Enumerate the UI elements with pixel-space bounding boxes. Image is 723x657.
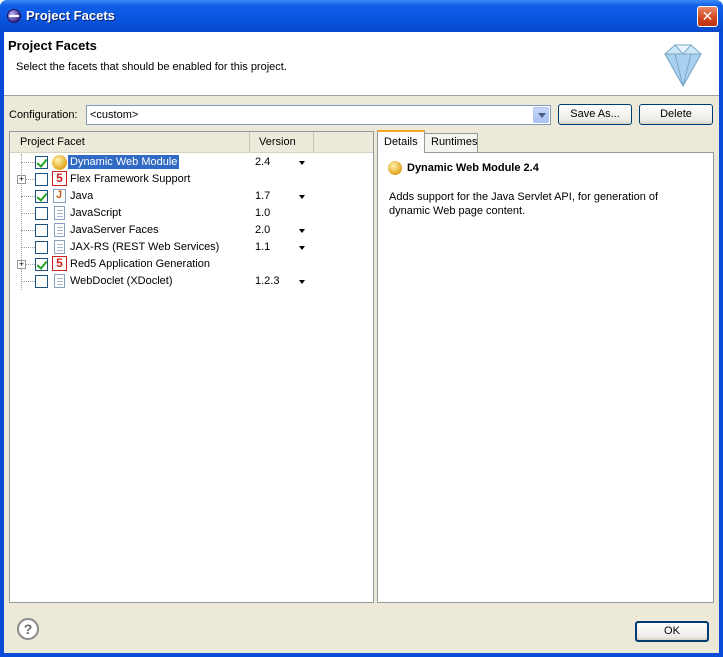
facet-version[interactable]: 1.2.3	[255, 275, 279, 287]
expand-icon[interactable]: +	[17, 175, 26, 184]
configuration-value: <custom>	[90, 109, 139, 121]
table-row[interactable]: Java 1.7	[10, 188, 373, 205]
facet-checkbox[interactable]	[35, 173, 48, 186]
facet-name: JavaScript	[70, 207, 122, 219]
facet-name: Dynamic Web Module	[68, 155, 180, 169]
title-bar[interactable]: Project Facets ✕	[0, 0, 723, 32]
web-module-icon	[52, 155, 67, 170]
facet-version[interactable]: 1.1	[255, 241, 270, 253]
table-row[interactable]: WebDoclet (XDoclet) 1.2.3	[10, 273, 373, 290]
facet-checkbox[interactable]	[35, 241, 48, 254]
five-badge-icon: 5	[52, 256, 67, 271]
configuration-combo[interactable]: <custom>	[86, 105, 551, 125]
dialog-header: Project Facets Select the facets that sh…	[4, 32, 719, 96]
five-badge-icon: 5	[52, 171, 67, 186]
facet-version: 1.0	[255, 207, 271, 219]
version-dropdown-icon[interactable]	[299, 246, 305, 250]
table-row[interactable]: +5 Red5 Application Generation	[10, 256, 373, 273]
facet-version[interactable]: 2.0	[255, 224, 270, 236]
dialog-window: Project Facets ✕ Project Facets Select t…	[0, 0, 723, 657]
tree-connector	[21, 230, 35, 231]
document-icon	[54, 274, 65, 288]
tree-connector	[21, 162, 35, 163]
page-title: Project Facets	[8, 38, 97, 53]
details-panel: Details Runtimes Dynamic Web Module 2.4 …	[377, 130, 714, 603]
tree-connector	[21, 247, 35, 248]
details-content: Dynamic Web Module 2.4 Adds support for …	[377, 152, 714, 603]
facet-checkbox[interactable]	[35, 275, 48, 288]
details-title: Dynamic Web Module 2.4	[407, 162, 539, 174]
eclipse-icon	[7, 9, 21, 23]
facet-checkbox[interactable]	[35, 224, 48, 237]
version-dropdown-icon[interactable]	[299, 195, 305, 199]
facet-name: JavaServer Faces	[70, 224, 159, 236]
help-icon[interactable]: ?	[17, 618, 39, 640]
facet-name: WebDoclet (XDoclet)	[70, 275, 173, 287]
chevron-down-icon[interactable]	[533, 107, 549, 123]
tab-details[interactable]: Details	[377, 130, 425, 153]
facet-checkbox[interactable]	[35, 190, 48, 203]
tree-connector	[21, 196, 35, 197]
expand-icon[interactable]: +	[17, 260, 26, 269]
document-icon	[54, 240, 65, 254]
window-title: Project Facets	[26, 8, 115, 23]
facets-table: Project Facet Version Dynamic Web Module…	[9, 131, 374, 603]
facet-name: Flex Framework Support	[70, 173, 191, 185]
version-dropdown-icon[interactable]	[299, 280, 305, 284]
facet-checkbox[interactable]	[35, 156, 48, 169]
save-as-button[interactable]: Save As...	[558, 104, 632, 125]
tree-connector	[21, 213, 35, 214]
table-row[interactable]: JavaServer Faces 2.0	[10, 222, 373, 239]
page-description: Select the facets that should be enabled…	[16, 61, 287, 73]
table-header: Project Facet Version	[10, 132, 373, 153]
table-row[interactable]: JAX-RS (REST Web Services) 1.1	[10, 239, 373, 256]
facet-checkbox[interactable]	[35, 207, 48, 220]
facet-version[interactable]: 1.7	[255, 190, 270, 202]
java-icon	[53, 189, 66, 203]
facets-gem-icon	[664, 44, 702, 88]
details-description: Adds support for the Java Servlet API, f…	[389, 191, 659, 217]
column-header-facet[interactable]: Project Facet	[10, 132, 250, 152]
document-icon	[54, 206, 65, 220]
ok-button[interactable]: OK	[635, 621, 709, 642]
close-button[interactable]: ✕	[697, 6, 718, 27]
configuration-label: Configuration:	[9, 109, 78, 121]
tab-runtimes[interactable]: Runtimes	[424, 133, 478, 152]
facet-name: Red5 Application Generation	[70, 258, 211, 270]
document-icon	[54, 223, 65, 237]
facet-checkbox[interactable]	[35, 258, 48, 271]
delete-button[interactable]: Delete	[639, 104, 713, 125]
column-header-version[interactable]: Version	[250, 132, 314, 152]
web-module-icon	[388, 161, 402, 175]
version-dropdown-icon[interactable]	[299, 229, 305, 233]
version-dropdown-icon[interactable]	[299, 161, 305, 165]
table-row[interactable]: JavaScript 1.0	[10, 205, 373, 222]
facet-version[interactable]: 2.4	[255, 156, 270, 168]
table-row[interactable]: Dynamic Web Module 2.4	[10, 154, 373, 171]
facet-name: JAX-RS (REST Web Services)	[70, 241, 220, 253]
dialog-body: Project Facets Select the facets that sh…	[4, 32, 719, 653]
table-row[interactable]: +5 Flex Framework Support	[10, 171, 373, 188]
tree-connector	[21, 281, 35, 282]
facet-name: Java	[70, 190, 94, 202]
